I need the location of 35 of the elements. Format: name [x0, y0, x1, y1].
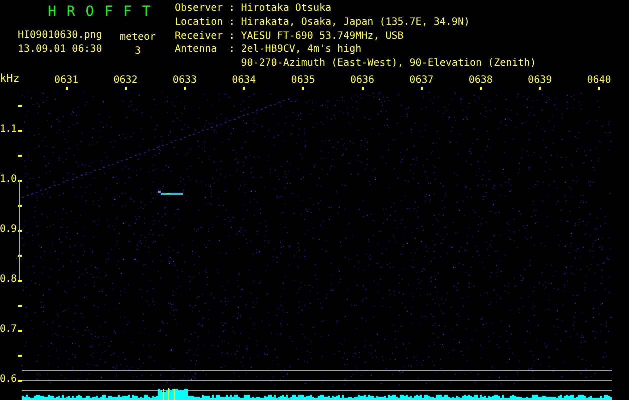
info-label: Receiver [175, 30, 224, 44]
time-label: 0636 [350, 75, 375, 86]
info-value: YAESU FT-690 53.749MHz, USB [241, 30, 405, 44]
meteor-label: meteor [118, 31, 158, 38]
time-label: 0638 [468, 75, 493, 86]
frequency-label: 0.9 [0, 223, 17, 237]
info-value: 2el-HB9CV, 4m's high [241, 44, 363, 58]
time-label: 0639 [528, 75, 552, 86]
info-value: 90-270-Azimuth (East-West), 90-Elevation (Zenith) [241, 58, 536, 72]
info-label: Location [175, 16, 224, 30]
time-label: 0634 [232, 75, 256, 86]
info-label: Antenna [175, 44, 218, 58]
separator: : [228, 30, 236, 44]
file-name: HI09010630.png [17, 29, 104, 38]
frequency-label: 0.8 [0, 273, 17, 287]
frequency-label: 1.0 [0, 173, 17, 187]
info-label: Observer [175, 3, 224, 16]
frequency-label: 1.1 [0, 123, 17, 137]
time-label: 0633 [172, 75, 198, 86]
timestamp: 13.09.01 06:30 [17, 43, 104, 52]
info-value: Hirakata, Osaka, Japan (135.7E, 34.9N) [241, 16, 471, 30]
unit-label: kHz [0, 72, 21, 87]
time-label: 0632 [114, 75, 138, 86]
frequency-label: 0.7 [0, 323, 17, 337]
separator: : [228, 3, 236, 16]
time-label: 0631 [54, 75, 79, 86]
separator: : [228, 44, 236, 58]
time-label: 0640 [587, 75, 612, 86]
separator: : [228, 16, 236, 30]
time-label: 0637 [410, 75, 434, 86]
frequency-label: 0.6 [0, 373, 17, 387]
meteor-count: 3 [134, 45, 142, 52]
app-title: H R O F F T [47, 3, 153, 22]
time-label: 0635 [291, 75, 316, 86]
info-value: Hirotaka Otsuka [241, 3, 333, 16]
